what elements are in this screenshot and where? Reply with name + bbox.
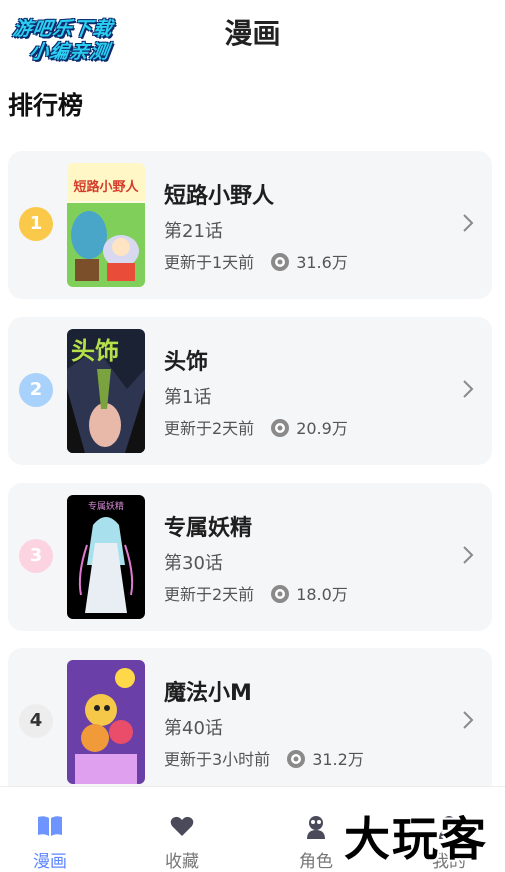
ranking-item-1[interactable]: 1 短路小野人 短路小野人 第21话 更新于1天前 31.6万 (8, 151, 492, 299)
chevron-right-icon[interactable] (462, 213, 474, 233)
cover-title-text: 头饰 (71, 337, 119, 365)
update-time: 更新于2天前 (164, 585, 255, 604)
header: 游吧乐下载 小编亲测 漫画 (0, 0, 505, 63)
cover-title-text: 专属妖精 (88, 500, 124, 512)
eye-icon (270, 584, 290, 608)
tab-label: 收藏 (165, 852, 199, 872)
comic-title: 头饰 (164, 350, 209, 375)
eye-icon (270, 252, 290, 276)
ranking-item-2[interactable]: 2 头饰 头饰 第1话 更新于2天前 20.9万 (8, 317, 492, 465)
view-count: 20.9万 (296, 419, 348, 438)
ranking-item-3[interactable]: 3 专属妖精 专属妖精 第30话 更新于2天前 18.0万 (8, 483, 492, 631)
comic-meta: 更新于2天前 18.0万 (164, 581, 348, 608)
chevron-right-icon[interactable] (462, 710, 474, 730)
tab-comics[interactable]: 漫画 (0, 787, 113, 872)
section-title: 排行榜 (8, 91, 84, 120)
book-icon (37, 815, 63, 841)
chevron-right-icon[interactable] (462, 545, 474, 565)
comic-cover: 专属妖精 (67, 495, 145, 619)
view-count: 18.0万 (296, 585, 348, 604)
tab-label: 漫画 (33, 852, 67, 872)
heart-icon (170, 815, 194, 841)
rank-badge: 2 (19, 373, 53, 407)
comic-title: 魔法小M (164, 681, 252, 706)
eye-icon (270, 418, 290, 442)
cover-title-text: 短路小野人 (73, 179, 139, 195)
eye-icon (286, 749, 306, 773)
page-title: 漫画 (224, 17, 281, 50)
ranking-item-4[interactable]: 4 魔法小M 第40话 更新于3小时前 31.2万 (8, 648, 492, 796)
chapter-label: 第1话 (164, 387, 212, 408)
update-time: 更新于2天前 (164, 419, 255, 438)
view-count: 31.2万 (312, 750, 364, 769)
comic-title: 短路小野人 (164, 184, 275, 209)
update-time: 更新于3小时前 (164, 750, 271, 769)
rank-badge: 1 (19, 207, 53, 241)
comic-meta: 更新于2天前 20.9万 (164, 415, 348, 442)
chapter-label: 第40话 (164, 718, 223, 739)
comic-cover: 头饰 (67, 329, 145, 453)
comic-meta: 更新于3小时前 31.2万 (164, 746, 364, 773)
comic-meta: 更新于1天前 31.6万 (164, 249, 348, 276)
chapter-label: 第30话 (164, 553, 223, 574)
rank-badge: 3 (19, 539, 53, 573)
person-icon (305, 815, 327, 843)
watermark: 大玩客 (344, 812, 488, 866)
tab-favorites[interactable]: 收藏 (119, 787, 245, 872)
comic-title: 专属妖精 (164, 516, 253, 541)
view-count: 31.6万 (296, 253, 348, 272)
update-time: 更新于1天前 (164, 253, 255, 272)
comic-cover (67, 660, 145, 784)
comic-cover: 短路小野人 (67, 163, 145, 287)
rank-badge: 4 (19, 704, 53, 738)
chevron-right-icon[interactable] (462, 379, 474, 399)
chapter-label: 第21话 (164, 221, 223, 242)
